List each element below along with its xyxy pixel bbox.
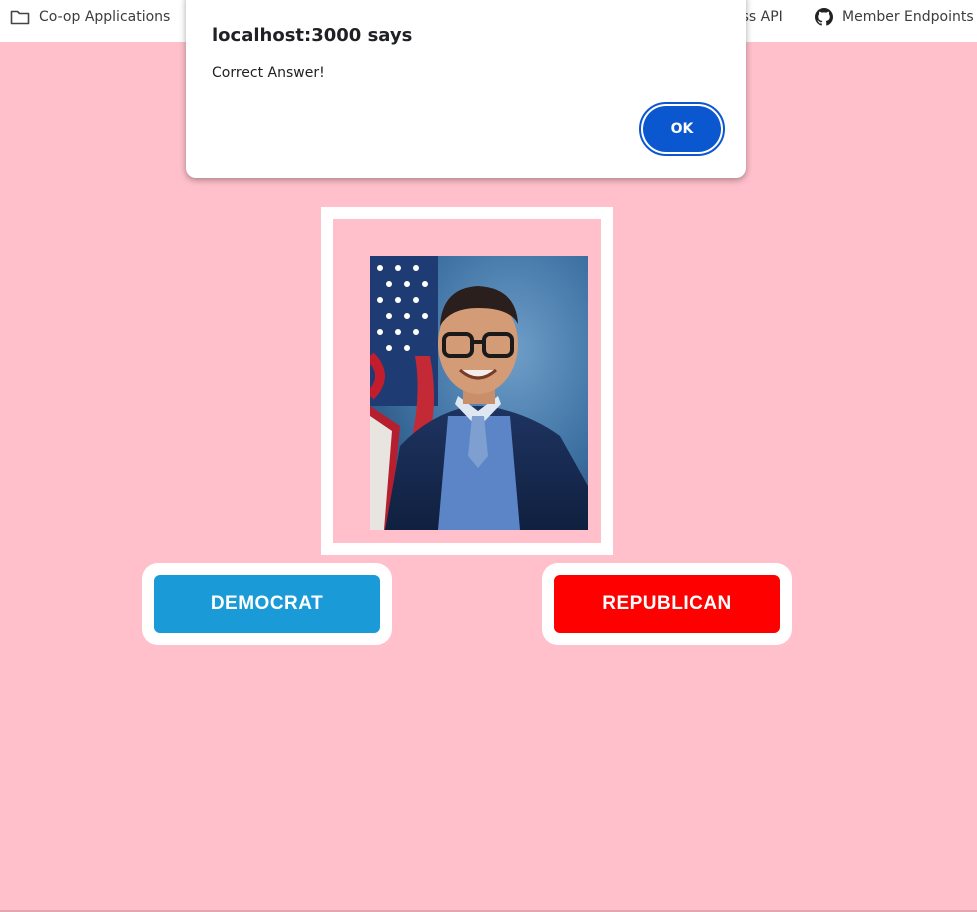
democrat-button-frame: DEMOCRAT bbox=[142, 563, 392, 645]
republican-button[interactable]: REPUBLICAN bbox=[554, 575, 780, 633]
bookmark-label: Co-op Applications bbox=[39, 9, 171, 25]
portrait-photo bbox=[370, 256, 588, 530]
democrat-button[interactable]: DEMOCRAT bbox=[154, 575, 380, 633]
ok-button-label: OK bbox=[643, 106, 721, 152]
dialog-title: localhost:3000 says bbox=[212, 25, 413, 46]
bookmark-member-endpoints[interactable]: Member Endpoints bbox=[815, 0, 974, 34]
ok-button[interactable]: OK bbox=[639, 102, 725, 156]
bookmark-label: Member Endpoints bbox=[842, 9, 974, 25]
portrait-frame bbox=[321, 207, 613, 555]
github-icon bbox=[815, 8, 833, 26]
alert-dialog: localhost:3000 says Correct Answer! OK bbox=[186, 0, 746, 178]
dialog-message: Correct Answer! bbox=[212, 65, 325, 81]
republican-button-frame: REPUBLICAN bbox=[542, 563, 792, 645]
bookmark-coop-applications[interactable]: Co-op Applications bbox=[10, 0, 170, 34]
folder-icon bbox=[10, 9, 30, 25]
portrait-mat bbox=[333, 219, 601, 543]
